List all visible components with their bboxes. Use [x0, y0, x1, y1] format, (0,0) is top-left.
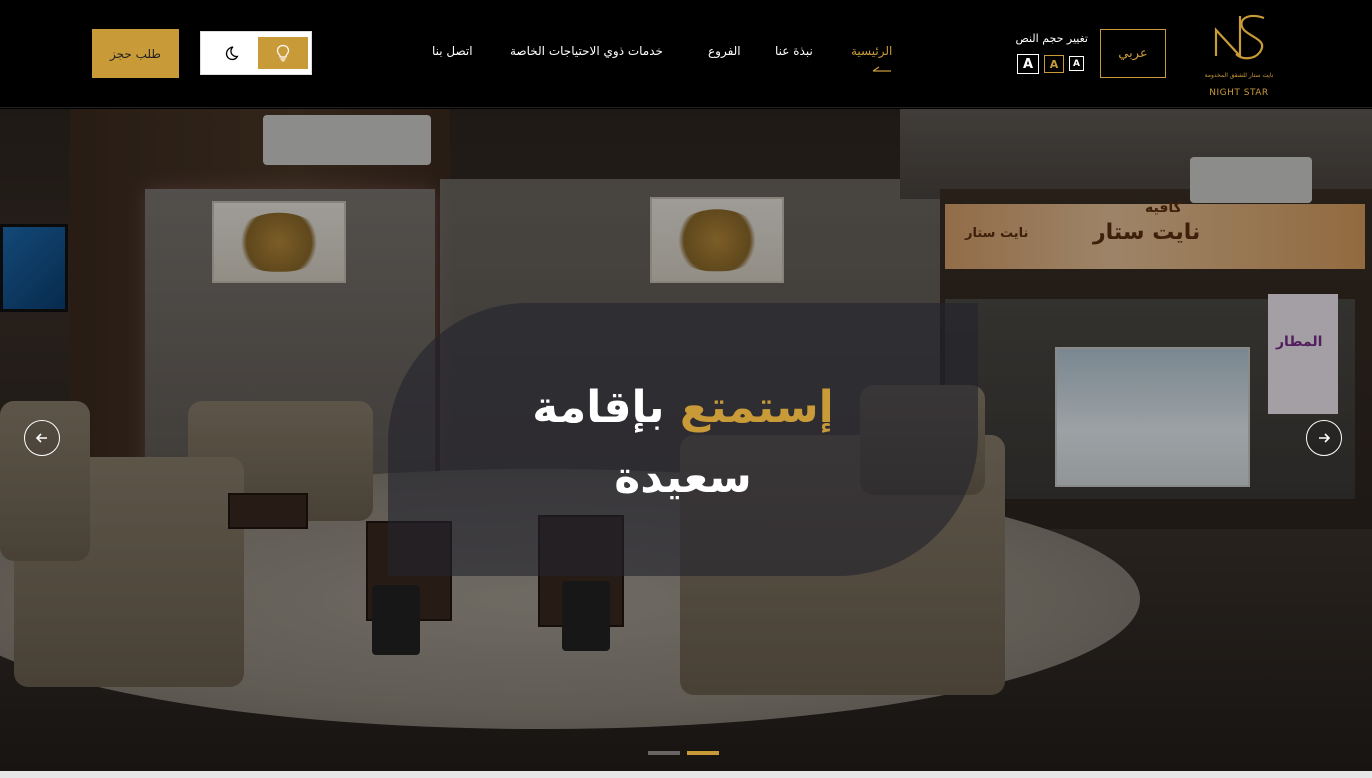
slider-indicators: [0, 751, 1372, 757]
brand-logo[interactable]: نايت ستار للشقق المخدومة NIGHT STAR: [1202, 8, 1276, 98]
hero-caption: إستمتع بإقامة سعيدة: [388, 373, 978, 513]
page-bottom-edge: [0, 771, 1372, 778]
nav-about[interactable]: نبذة عنا: [775, 44, 813, 58]
slider-indicator-1[interactable]: [648, 751, 680, 755]
brand-tagline: نايت ستار للشقق المخدومة: [1204, 72, 1274, 79]
nav-active-underline-icon: [872, 66, 891, 72]
hero-slider: نايت ستار كافيه نايت ستار المطار إستمتع …: [0, 109, 1372, 771]
font-size-label: تغيير حجم النص: [1015, 32, 1089, 45]
booking-request-button[interactable]: طلب حجز: [92, 29, 179, 78]
slider-prev-button[interactable]: [24, 420, 60, 456]
font-size-small-button[interactable]: A: [1069, 56, 1084, 71]
font-size-controls: تغيير حجم النص A A A: [1012, 30, 1088, 76]
hero-caption-word: بإقامة: [532, 382, 665, 433]
moon-icon: [225, 46, 239, 61]
brand-name: NIGHT STAR: [1209, 88, 1269, 98]
font-size-large-button[interactable]: A: [1017, 54, 1039, 74]
hero-caption-accent: إستمتع: [679, 382, 834, 433]
nav-home[interactable]: الرئيسية: [851, 44, 892, 58]
site-header: نايت ستار للشقق المخدومة NIGHT STAR عربي…: [0, 0, 1372, 108]
nav-contact[interactable]: اتصل بنا: [432, 44, 473, 58]
night-star-logo-icon: [1214, 14, 1265, 60]
nav-special-needs[interactable]: خدمات ذوي الاحتياجات الخاصة: [510, 44, 663, 58]
slider-indicator-2-active[interactable]: [687, 751, 719, 755]
dark-mode-button[interactable]: [209, 37, 253, 69]
language-button[interactable]: عربي: [1100, 29, 1166, 78]
font-size-medium-button[interactable]: A: [1044, 55, 1064, 73]
hero-caption-line2: سعيدة: [614, 452, 752, 503]
arrow-left-icon: [35, 433, 47, 443]
arrow-right-icon: [1319, 433, 1331, 443]
nav-branches[interactable]: الفروع: [708, 44, 741, 58]
slider-next-button[interactable]: [1306, 420, 1342, 456]
theme-toggle: [200, 31, 312, 75]
light-mode-button[interactable]: [258, 37, 308, 69]
lightbulb-icon: [276, 44, 290, 62]
